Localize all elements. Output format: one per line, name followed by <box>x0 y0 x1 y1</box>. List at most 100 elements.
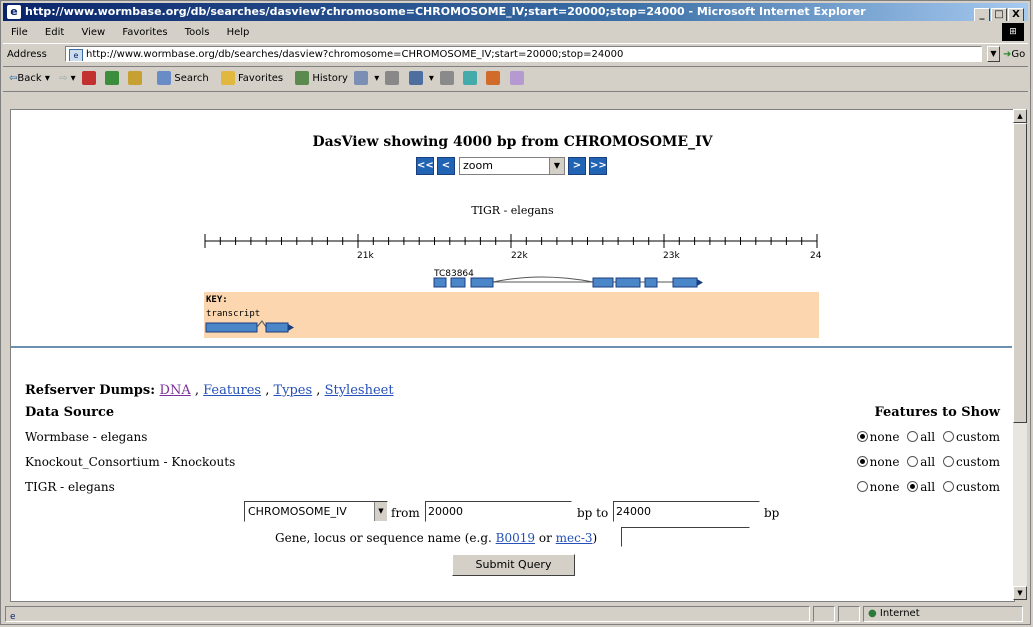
address-bar: Address e http://www.wormbase.org/db/sea… <box>3 43 1028 67</box>
radio-label: all <box>920 430 936 444</box>
address-label: Address <box>7 49 47 60</box>
radio-knockout-custom[interactable] <box>942 456 954 467</box>
menu-bar: File Edit View Favorites Tools Help <box>3 23 1028 42</box>
search-label: Search <box>174 73 209 84</box>
refserver-label: Refserver Dumps: <box>25 383 155 398</box>
favorites-button[interactable]: Favorites <box>218 71 284 85</box>
chromosome-select[interactable]: CHROMOSOME_IV ▼ <box>244 501 388 522</box>
or-text: or <box>538 531 552 545</box>
home-icon[interactable] <box>128 71 143 85</box>
windows-logo-icon: ⊞ <box>1002 23 1024 41</box>
radio-knockout-none[interactable] <box>856 456 868 467</box>
address-dropdown-button[interactable]: ▼ <box>987 46 1000 62</box>
back-button[interactable]: ⇦Back ▾ <box>9 73 50 84</box>
favorites-icon <box>220 71 235 85</box>
globe-icon: ● <box>868 608 877 619</box>
maximize-button[interactable]: □ <box>991 8 1007 21</box>
example-b0019-link[interactable]: B0019 <box>496 531 535 545</box>
scroll-up-arrow-icon[interactable]: ▲ <box>1013 109 1027 123</box>
browser-window: e http://www.wormbase.org/db/searches/das… <box>0 0 1031 625</box>
minimize-button[interactable]: _ <box>974 8 990 21</box>
from-label: from <box>391 506 420 520</box>
address-url: http://www.wormbase.org/db/searches/dasv… <box>86 49 624 60</box>
radio-label: all <box>920 455 936 469</box>
menu-tools[interactable]: Tools <box>185 27 210 38</box>
scroll-thumb[interactable] <box>1013 123 1027 423</box>
key-transcript-glyph <box>205 320 294 333</box>
submit-query-button[interactable]: Submit Query <box>452 554 575 576</box>
scroll-down-arrow-icon[interactable]: ▼ <box>1013 586 1027 600</box>
gene-name-input[interactable] <box>621 527 750 547</box>
divider <box>11 346 1012 348</box>
media-icon[interactable] <box>486 71 501 85</box>
search-button[interactable]: Search <box>154 71 209 85</box>
radio-wormbase-all[interactable] <box>907 431 919 442</box>
menu-view[interactable]: View <box>81 27 105 38</box>
menu-favorites[interactable]: Favorites <box>122 27 167 38</box>
radio-tigr-custom[interactable] <box>942 481 954 492</box>
history-button[interactable]: History <box>292 71 348 85</box>
key-legend: KEY: transcript <box>204 292 819 338</box>
stylesheet-link[interactable]: Stylesheet <box>325 383 394 398</box>
edit-icon[interactable] <box>408 71 423 85</box>
zone-label: Internet <box>879 608 920 619</box>
features-link[interactable]: Features <box>203 383 261 398</box>
menu-help[interactable]: Help <box>227 27 250 38</box>
messenger-icon[interactable] <box>463 71 478 85</box>
start-position-input[interactable]: 20000 <box>425 501 572 522</box>
radio-tigr-all[interactable] <box>907 481 919 492</box>
address-input[interactable]: e http://www.wormbase.org/db/searches/da… <box>65 46 982 62</box>
radio-wormbase-none[interactable] <box>856 431 868 442</box>
stop-position-input[interactable]: 24000 <box>613 501 760 522</box>
refresh-icon[interactable] <box>105 71 120 85</box>
close-button[interactable]: X <box>1008 8 1024 21</box>
menu-edit[interactable]: Edit <box>45 27 64 38</box>
radio-label: custom <box>955 455 1000 469</box>
bp-label: bp <box>764 506 780 520</box>
status-cell <box>813 606 835 622</box>
source-options-knockout: none all custom <box>853 455 1000 469</box>
mail-icon[interactable] <box>354 71 369 85</box>
research-icon[interactable] <box>509 71 524 85</box>
forward-arrow-icon: ⇨ <box>59 73 68 84</box>
radio-knockout-all[interactable] <box>907 456 919 467</box>
status-cell <box>838 606 860 622</box>
back-label: Back <box>17 73 42 84</box>
print-icon[interactable] <box>385 71 400 85</box>
ruler-label-23k: 23k <box>663 251 680 261</box>
types-link[interactable]: Types <box>273 383 312 398</box>
chevron-down-icon: ▼ <box>374 502 387 521</box>
ruler-label-24: 24 <box>810 251 822 261</box>
source-name-wormbase: Wormbase - elegans <box>25 430 148 444</box>
page-status-icon: e <box>10 612 16 622</box>
radio-tigr-none[interactable] <box>856 481 868 492</box>
source-name-tigr: TIGR - elegans <box>25 480 115 494</box>
radio-wormbase-custom[interactable] <box>942 431 954 442</box>
chromosome-value: CHROMOSOME_IV <box>248 505 347 518</box>
history-icon <box>295 71 310 85</box>
go-label: Go <box>1011 49 1026 60</box>
gene-search-label: Gene, locus or sequence name (e.g. B0019… <box>275 531 597 545</box>
example-mec3-link[interactable]: mec-3 <box>556 531 593 545</box>
vertical-scrollbar[interactable]: ▲ ▼ <box>1013 109 1027 600</box>
menu-file[interactable]: File <box>11 27 28 38</box>
window-controls: _ □ X <box>973 5 1024 21</box>
favorites-label: Favorites <box>237 73 284 84</box>
to-label: bp to <box>577 506 609 520</box>
radio-label: custom <box>955 430 1000 444</box>
transcript-feature[interactable] <box>433 276 703 288</box>
source-name-knockout: Knockout_Consortium - Knockouts <box>25 455 236 469</box>
radio-label: none <box>869 480 900 494</box>
forward-button[interactable]: ⇨ ▾ <box>59 73 76 84</box>
dna-link[interactable]: DNA <box>160 383 191 398</box>
go-button[interactable]: ➜Go <box>1003 44 1025 66</box>
stop-icon[interactable] <box>81 71 96 85</box>
title-bar: e http://www.wormbase.org/db/searches/das… <box>3 3 1028 21</box>
status-bar: e ● Internet <box>3 604 1028 624</box>
discuss-icon[interactable] <box>440 71 455 85</box>
radio-label: all <box>920 480 936 494</box>
radio-label: none <box>869 455 900 469</box>
ruler-label-22k: 22k <box>511 251 528 261</box>
ruler: 21k 22k 23k 24 <box>204 234 822 261</box>
ruler-label-21k: 21k <box>357 251 374 261</box>
